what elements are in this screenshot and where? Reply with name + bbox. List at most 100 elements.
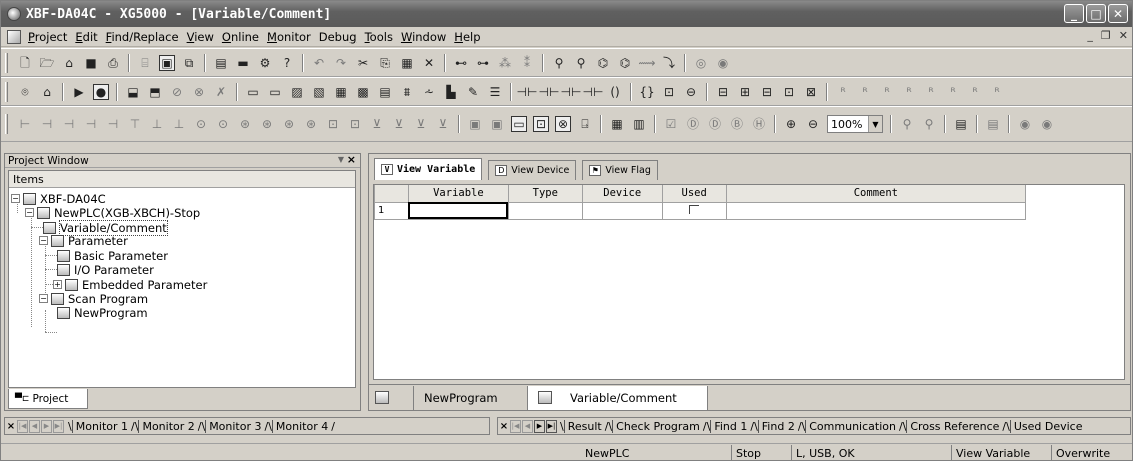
tab-find-2[interactable]: Find 2 — [757, 419, 798, 433]
settings-icon[interactable]: ⚙ — [257, 55, 273, 71]
open-folder-icon[interactable]: 🗁 — [39, 55, 55, 71]
check-icon[interactable]: ☑ — [663, 116, 679, 132]
f10-icon[interactable]: ᴿ — [989, 84, 1005, 100]
header-device[interactable]: Device — [581, 185, 663, 203]
io-info-icon[interactable]: ▤ — [377, 84, 393, 100]
last-tab-icon[interactable]: ▶| — [53, 419, 64, 433]
zoom-select[interactable]: 100% ▼ — [827, 115, 883, 133]
grid-icon[interactable]: ▦ — [609, 116, 625, 132]
menu-debug[interactable]: Debug — [315, 30, 361, 44]
comment-icon[interactable]: ▣ — [467, 116, 483, 132]
tab-cross-reference[interactable]: Cross Reference — [906, 419, 1002, 433]
plc-clear-icon[interactable]: ✗ — [213, 84, 229, 100]
view-il-icon[interactable]: ⊡ — [533, 116, 549, 132]
find-device-icon[interactable]: ⌬ — [595, 55, 611, 71]
tab-new-program-icon-cell[interactable] — [369, 385, 414, 410]
f8-icon[interactable]: ᴿ — [945, 84, 961, 100]
f5-icon[interactable]: ᴿ — [879, 84, 895, 100]
close-button[interactable]: ✕ — [1108, 4, 1128, 23]
view-sfc-icon[interactable]: ⊗ — [555, 116, 571, 132]
used-cell[interactable] — [661, 201, 727, 220]
maximize-button[interactable]: □ — [1086, 4, 1106, 23]
header-used[interactable]: Used — [661, 185, 727, 203]
tab-monitor-4[interactable]: Monitor 4 — [271, 419, 331, 433]
tree-node-parameter[interactable]: − Parameter — [39, 234, 128, 248]
tab-communication[interactable]: Communication — [805, 419, 899, 433]
delete-line-icon[interactable]: ⊶ — [475, 55, 491, 71]
device-monitor-icon[interactable]: ▩ — [355, 84, 371, 100]
menu-view[interactable]: View — [183, 30, 218, 44]
properties-icon[interactable]: ▤ — [953, 116, 969, 132]
compare-plc-icon[interactable]: ⊘ — [169, 84, 185, 100]
c6-icon[interactable]: ⊻ — [435, 116, 451, 132]
trend-icon[interactable]: ▧ — [311, 84, 327, 100]
f9-icon[interactable]: ᴿ — [967, 84, 983, 100]
close-icon[interactable]: × — [347, 153, 356, 166]
c5-icon[interactable]: ⊻ — [413, 116, 429, 132]
device-icon[interactable]: Ⓓ — [685, 116, 701, 132]
find-down-icon[interactable]: ⚲ — [921, 116, 937, 132]
insert-line-icon[interactable]: ⊷ — [453, 55, 469, 71]
breakpoint-icon[interactable]: ◉ — [1017, 116, 1033, 132]
menu-tools[interactable]: Tools — [361, 30, 397, 44]
tab-project[interactable]: ▀⊏ Project — [8, 389, 88, 409]
next-bookmark-icon[interactable]: ◉ — [715, 55, 731, 71]
print-preview-icon[interactable]: ⌸ — [137, 55, 153, 71]
monitor-h-icon[interactable]: Ⓗ — [751, 116, 767, 132]
document-icon[interactable] — [7, 29, 21, 44]
mdi-minimize-button[interactable]: _ — [1087, 29, 1093, 42]
menu-edit[interactable]: Edit — [71, 30, 101, 44]
pause-monitor-icon[interactable]: ▭ — [267, 84, 283, 100]
tree-node-plc[interactable]: − NewPLC(XGB-XBCH)-Stop — [25, 206, 200, 220]
tab-view-device[interactable]: D View Device — [488, 160, 577, 180]
coil-icon[interactable]: () — [607, 84, 623, 100]
function-icon[interactable]: {} — [639, 84, 655, 100]
tree-node-scan-program[interactable]: − Scan Program — [39, 292, 148, 306]
menu-project[interactable]: Project — [24, 30, 71, 44]
close-icon[interactable]: × — [5, 421, 17, 432]
pin-icon[interactable]: ▼ — [338, 155, 344, 164]
f11-icon[interactable]: ⊙ — [215, 116, 231, 132]
tree-node-basic-parameter[interactable]: Basic Parameter — [57, 249, 168, 263]
sf4-icon[interactable]: ⊛ — [259, 116, 275, 132]
sf7-icon[interactable]: ⊡ — [347, 116, 363, 132]
next-tab-icon[interactable]: ▶ — [41, 419, 52, 433]
insert-column-icon[interactable]: ⁂ — [497, 55, 513, 71]
contact-p-icon[interactable]: ⊣⊢ — [561, 84, 582, 100]
cell-icon[interactable]: ▥ — [631, 116, 647, 132]
copy-icon[interactable]: ⎘ — [377, 55, 393, 71]
last-tab-icon[interactable]: ▶| — [546, 419, 557, 433]
menu-monitor[interactable]: Monitor — [263, 30, 315, 44]
type-cell[interactable] — [507, 201, 583, 220]
app-icon[interactable] — [7, 7, 21, 21]
menu-find-replace[interactable]: Find/Replace — [102, 30, 183, 44]
goto-step-icon[interactable]: ⤵ — [661, 55, 677, 71]
library-icon[interactable]: ▤ — [213, 55, 229, 71]
tab-find-1[interactable]: Find 1 — [710, 419, 750, 433]
zoom-out-icon[interactable]: ⊖ — [805, 116, 821, 132]
system-monitor-icon[interactable]: ▦ — [333, 84, 349, 100]
tab-monitor-1[interactable]: Monitor 1 — [71, 419, 131, 433]
sf9-icon[interactable]: ⊥ — [171, 116, 187, 132]
chart-icon[interactable]: ▙ — [443, 84, 459, 100]
prev-tab-icon[interactable]: ◀ — [522, 419, 533, 433]
f9-coil-icon[interactable]: ⊙ — [193, 116, 209, 132]
tab-used-device[interactable]: Used Device — [1009, 419, 1086, 433]
tab-view-flag[interactable]: ⚑ View Flag — [582, 160, 658, 180]
label-icon[interactable]: ⊠ — [803, 84, 819, 100]
delete-icon[interactable]: ✕ — [421, 55, 437, 71]
f7-icon[interactable]: ᴿ — [923, 84, 939, 100]
f6-icon[interactable]: ᴿ — [901, 84, 917, 100]
line-horizontal-icon[interactable]: ⊟ — [715, 84, 731, 100]
tab-view-variable[interactable]: V View Variable — [374, 158, 483, 180]
tree-node-root[interactable]: − XBF-DA04C — [11, 192, 106, 206]
compare-icon[interactable]: ▣ — [159, 54, 175, 71]
contact-n-icon[interactable]: ⊣⊢ — [583, 84, 604, 100]
cut-icon[interactable]: ✂ — [355, 55, 371, 71]
tab-result[interactable]: Result — [563, 419, 605, 433]
read-plc-icon[interactable]: ⬒ — [147, 84, 163, 100]
sf1-icon[interactable]: ⊣ — [83, 116, 99, 132]
menu-help[interactable]: Help — [450, 30, 484, 44]
f3-contact-icon[interactable]: ⊣ — [39, 116, 55, 132]
function-block-icon[interactable]: ⊡ — [661, 84, 677, 100]
